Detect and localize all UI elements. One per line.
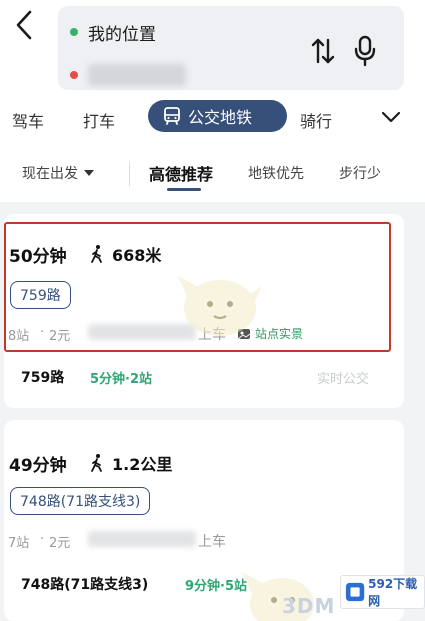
travel-mode-tabs: 驾车 打车 公交地铁 骑行 bbox=[0, 92, 425, 148]
destination-field[interactable] bbox=[70, 60, 186, 90]
depart-time-dropdown[interactable]: 现在出发 bbox=[22, 163, 94, 183]
segment-line: 759路 bbox=[21, 370, 65, 386]
origin-field[interactable]: 我的位置 bbox=[70, 17, 156, 47]
stop-count: 7站 bbox=[8, 536, 30, 551]
site-watermark-badge: 592下载网 bbox=[340, 575, 425, 609]
origin-text: 我的位置 bbox=[88, 24, 156, 45]
chevron-down-icon[interactable] bbox=[380, 106, 402, 128]
walk-distance-text: 1.2公里 bbox=[112, 455, 173, 474]
segment-status: 5分钟·2站 bbox=[90, 372, 153, 387]
boarding-label: 上车 bbox=[198, 534, 226, 550]
tab-transit-label: 公交地铁 bbox=[188, 108, 253, 127]
microphone-icon[interactable] bbox=[354, 35, 376, 67]
filter-subway-first[interactable]: 地铁优先 bbox=[248, 163, 304, 183]
depart-time-label: 现在出发 bbox=[22, 166, 78, 182]
tab-cycle[interactable]: 骑行 bbox=[300, 108, 332, 132]
walking-person-icon bbox=[91, 454, 102, 472]
swap-arrows-icon[interactable] bbox=[311, 36, 335, 66]
caret-down-icon bbox=[84, 170, 94, 176]
route-line-badge: 748路(71路支线3) bbox=[10, 487, 151, 515]
tab-transit[interactable]: 公交地铁 bbox=[148, 100, 287, 132]
mascot-watermark-icon bbox=[178, 276, 262, 336]
destination-text-redacted bbox=[88, 64, 186, 86]
brand-watermark: 3DM bbox=[282, 594, 336, 618]
route-filter-bar: 现在出发 高德推荐 地铁优先 步行少 bbox=[0, 148, 425, 202]
walk-distance: 1.2公里 bbox=[88, 451, 172, 475]
site-logo-icon bbox=[345, 582, 365, 602]
route-header: 我的位置 bbox=[0, 0, 425, 92]
fare: 2元 bbox=[49, 536, 71, 551]
filter-active-underline bbox=[167, 188, 201, 191]
location-inputs: 我的位置 bbox=[58, 6, 404, 90]
site-name: 592下载网 bbox=[368, 577, 418, 608]
boarding-stop-redacted bbox=[88, 531, 196, 547]
tab-taxi[interactable]: 打车 bbox=[83, 108, 115, 132]
filter-less-walking[interactable]: 步行少 bbox=[339, 163, 381, 183]
bus-icon bbox=[164, 107, 180, 125]
back-arrow-icon[interactable] bbox=[10, 8, 40, 42]
filter-recommended[interactable]: 高德推荐 bbox=[149, 161, 213, 185]
filter-divider bbox=[129, 162, 130, 186]
route-duration: 49分钟 bbox=[9, 456, 67, 476]
destination-dot-icon bbox=[70, 71, 78, 79]
segment-line: 748路(71路支线3) bbox=[21, 577, 149, 593]
realtime-bus-label: 实时公交 bbox=[317, 372, 370, 387]
tab-drive[interactable]: 驾车 bbox=[12, 108, 44, 132]
origin-dot-icon bbox=[70, 28, 78, 36]
meta-dot: · bbox=[40, 532, 45, 547]
